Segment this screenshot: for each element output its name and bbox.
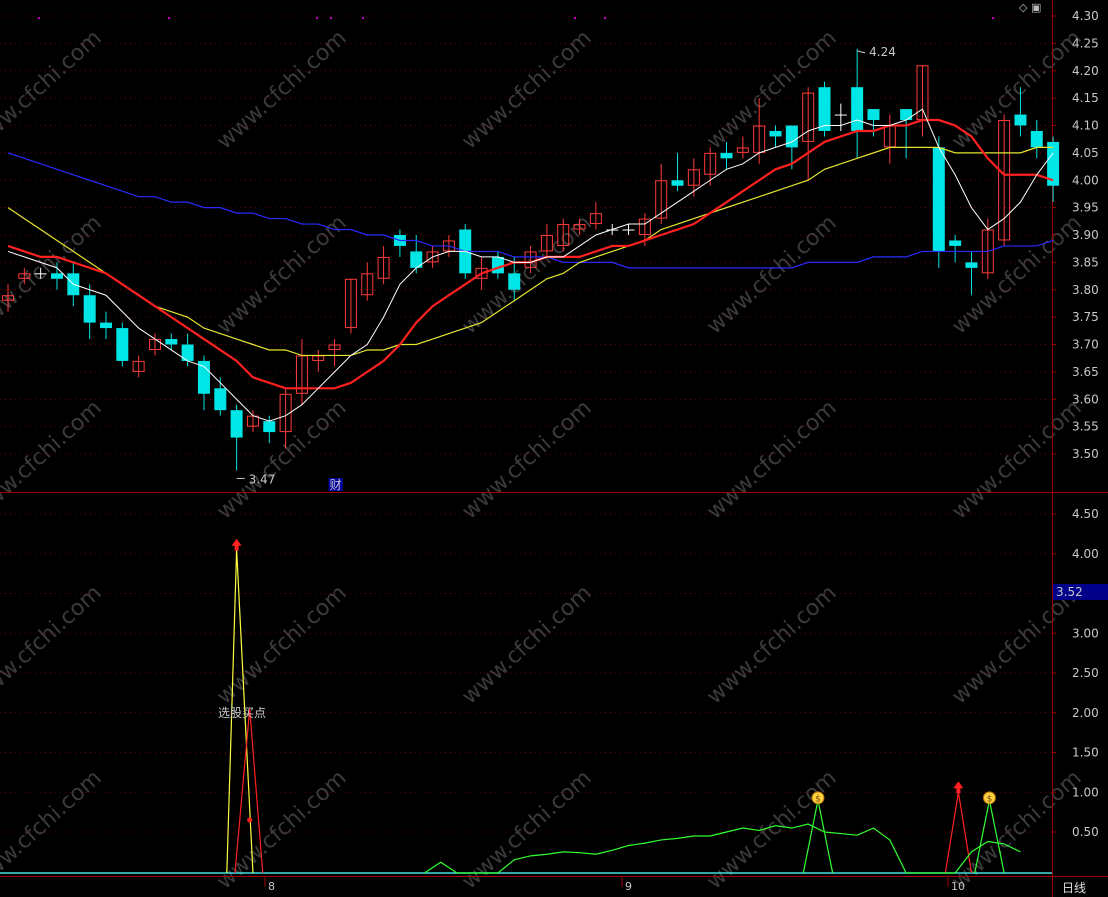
candle-body: [34, 273, 47, 275]
watermark-text: www.cfchi.com: [0, 26, 107, 155]
low-price-label: 3.47: [249, 472, 276, 486]
candle-body: [949, 240, 962, 246]
grid-layer: [0, 15, 1052, 833]
buy-arrow-icon: [953, 781, 964, 794]
price-tick-label: 4.10: [1072, 119, 1099, 133]
watermark-text: www.cfchi.com: [457, 396, 596, 525]
indicator-tick-label: 3.00: [1072, 626, 1099, 640]
candle-body: [785, 125, 798, 148]
price-tick-label: 4.15: [1072, 91, 1099, 105]
candle-body: [230, 410, 243, 438]
stock-chart: www.cfchi.com www.cfchi.com www.cfchi.com w…: [0, 0, 1108, 897]
candle-body: [263, 421, 276, 433]
watermark-text: www.cfchi.com: [702, 211, 841, 340]
watermark-text: www.cfchi.com: [457, 766, 596, 895]
candle-body: [116, 328, 129, 361]
price-tick-label: 3.90: [1072, 228, 1099, 242]
price-tick-label: 3.65: [1072, 365, 1099, 379]
candle-body: [197, 360, 210, 394]
candle-body: [50, 273, 63, 279]
price-tick-label: 3.70: [1072, 338, 1099, 352]
marker-dot: [330, 17, 332, 19]
candle-body: [851, 87, 864, 131]
indicator-tick-label: 4.00: [1072, 547, 1099, 561]
watermark-text: www.cfchi.com: [212, 26, 351, 155]
price-tick-label: 4.05: [1072, 146, 1099, 160]
price-tick-label: 3.60: [1072, 392, 1099, 406]
candle-body: [965, 262, 978, 268]
price-tick-label: 3.55: [1072, 420, 1099, 434]
indicator-tick-label: 1.50: [1072, 746, 1099, 760]
date-axis: 8 9 10: [264, 877, 965, 893]
price-tick-label: 3.95: [1072, 201, 1099, 215]
candle-body: [508, 273, 521, 290]
candle-body: [83, 295, 96, 323]
watermark-text: www.cfchi.com: [457, 26, 596, 155]
candle-body: [769, 130, 782, 137]
watermark-text: www.cfchi.com: [0, 766, 107, 895]
watermark-layer: www.cfchi.com www.cfchi.com www.cfchi.com w…: [0, 26, 1087, 895]
marker-dot: [574, 17, 576, 19]
buy-arrow-icon: [231, 538, 242, 551]
price-tick-label: 3.75: [1072, 310, 1099, 324]
candle-body: [214, 388, 227, 411]
high-price-label: 4.24: [869, 45, 896, 59]
watermark-text: www.cfchi.com: [947, 396, 1086, 525]
money-bag-symbol: $: [815, 794, 821, 804]
marker-dot: [168, 17, 170, 19]
marker-dot: [992, 17, 994, 19]
date-tick-label: 8: [268, 880, 275, 893]
candle-body: [867, 109, 880, 121]
indicator-tick-label: 4.50: [1072, 507, 1099, 521]
current-value-label: 3.52: [1056, 585, 1083, 599]
watermark-text: www.cfchi.com: [212, 211, 351, 340]
price-tick-label: 4.30: [1072, 9, 1099, 23]
signal-dot: [247, 817, 253, 823]
toolbar-icons[interactable]: ◇ ▣: [1019, 1, 1041, 14]
candle-body: [491, 256, 504, 274]
price-tick-label: 3.50: [1072, 447, 1099, 461]
price-tick-label: 4.20: [1072, 64, 1099, 78]
candle-body: [818, 87, 831, 131]
candle-body: [622, 229, 635, 231]
price-tick-label: 3.80: [1072, 283, 1099, 297]
watermark-text: www.cfchi.com: [0, 581, 107, 710]
watermark-text: www.cfchi.com: [702, 396, 841, 525]
watermark-text: www.cfchi.com: [0, 396, 107, 525]
candles-layer: [2, 48, 1060, 471]
annotation-pointer: [857, 50, 866, 54]
candle-body: [834, 114, 847, 116]
watermark-text: www.cfchi.com: [702, 581, 841, 710]
period-label[interactable]: 日线: [1062, 879, 1086, 896]
indicator-tick-label: 1.00: [1072, 785, 1099, 799]
candle-body: [165, 339, 178, 345]
price-tick-label: 3.85: [1072, 255, 1099, 269]
money-bag-symbol: $: [987, 794, 993, 804]
price-tick-label: 4.25: [1072, 36, 1099, 50]
watermark-text: www.cfchi.com: [212, 766, 351, 895]
candle-body: [1030, 130, 1043, 148]
candle-body: [1014, 114, 1027, 126]
indicator-tick-label: 2.00: [1072, 706, 1099, 720]
date-tick-label: 10: [951, 880, 965, 893]
marker-dot: [316, 17, 318, 19]
watermark-text: www.cfchi.com: [947, 766, 1086, 895]
indicator-tick-label: 0.50: [1072, 825, 1099, 839]
marker-dot: [362, 17, 364, 19]
price-tick-label: 4.00: [1072, 173, 1099, 187]
candle-body: [720, 152, 733, 159]
candle-body: [671, 180, 684, 186]
watermark-text: www.cfchi.com: [947, 211, 1086, 340]
date-tick-label: 9: [625, 880, 632, 893]
marker-dot: [38, 17, 40, 19]
candle-body: [932, 147, 945, 252]
marker-dot: [604, 17, 606, 19]
buy-signal-label: 选股买点: [218, 706, 266, 720]
indicator-tick-label: 2.50: [1072, 666, 1099, 680]
event-marker-label: 财: [330, 478, 342, 492]
candle-body: [900, 109, 913, 121]
candle-body: [99, 322, 112, 329]
watermark-text: www.cfchi.com: [457, 581, 596, 710]
